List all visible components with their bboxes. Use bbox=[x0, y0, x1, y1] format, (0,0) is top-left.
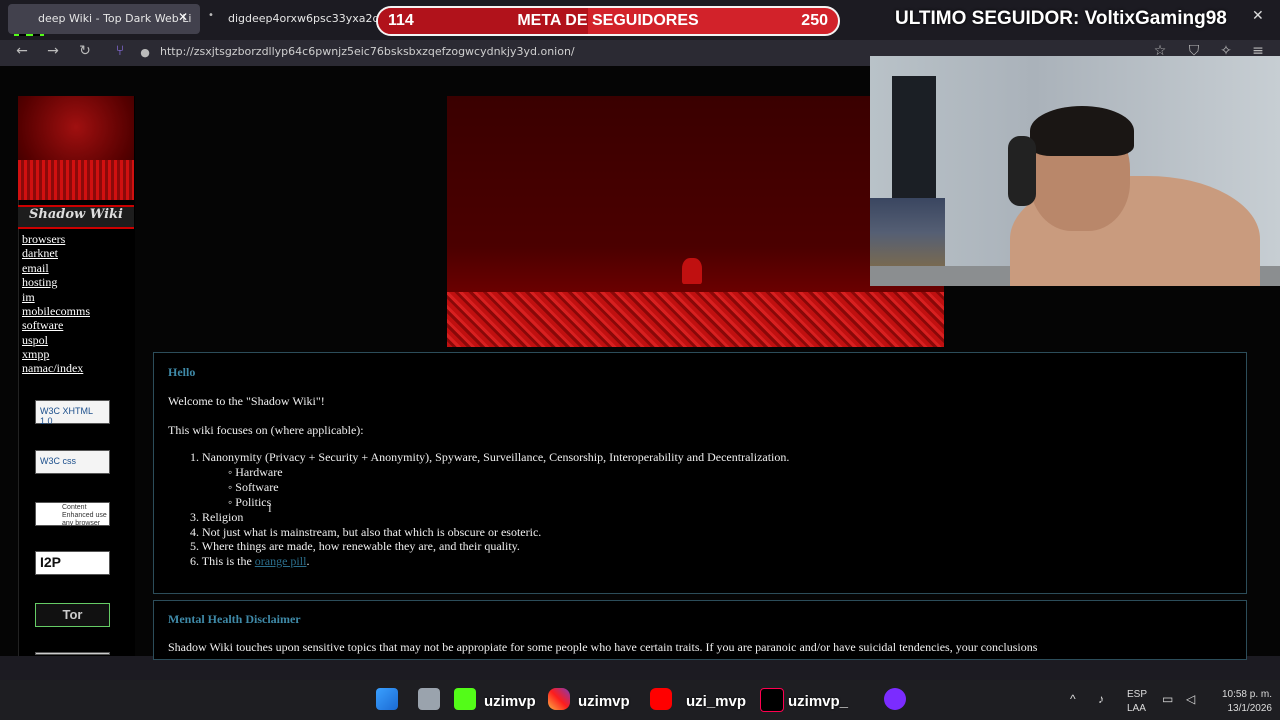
lock-icon[interactable]: ● bbox=[135, 46, 155, 59]
webcam-person-hair bbox=[1030, 106, 1134, 156]
webcam-bed bbox=[870, 198, 945, 268]
file-explorer-icon[interactable] bbox=[418, 688, 440, 710]
tor-browser-taskbar-icon[interactable] bbox=[884, 688, 906, 710]
sidebar-link-xmpp[interactable]: xmpp bbox=[22, 347, 49, 362]
w3c-xhtml-badge[interactable]: W3C XHTML 1.0 bbox=[35, 400, 110, 426]
webcam-overlay bbox=[870, 56, 1280, 286]
tray-language[interactable]: ESP bbox=[1127, 689, 1147, 700]
follower-goal-title: META DE SEGUIDORES bbox=[517, 12, 699, 29]
tray-time[interactable]: 10:58 p. m. bbox=[1212, 689, 1272, 700]
list-item: 5. Where things are made, how renewable … bbox=[190, 539, 520, 553]
tab-digdeep[interactable]: digdeep4orxw6psc33yxa2dgmu bbox=[206, 4, 381, 34]
webcam-headphones bbox=[1008, 136, 1036, 206]
sublist-item: ◦ Politics bbox=[228, 495, 272, 509]
sublist-item-label: Politics bbox=[235, 495, 272, 509]
reload-icon[interactable]: ↻ bbox=[75, 43, 95, 59]
window-close-icon[interactable]: ✕ bbox=[1252, 8, 1264, 24]
list-item-text: 6. This is the bbox=[190, 554, 252, 568]
volume-icon[interactable]: ◁ bbox=[1186, 692, 1195, 706]
youtube-username: uzi_mvp bbox=[686, 693, 747, 710]
focus-text: This wiki focuses on (where applicable): bbox=[168, 423, 364, 437]
badge-text: Tor bbox=[62, 607, 83, 622]
tab-close-icon[interactable]: ✕ bbox=[178, 10, 188, 24]
list-item: 4. Not just what is mainstream, but also… bbox=[190, 525, 542, 539]
tab-label: deep Wiki - Top Dark Web Li bbox=[38, 12, 192, 25]
hello-section bbox=[153, 352, 1247, 594]
tiktok-username: uzimvp_ bbox=[788, 693, 849, 710]
network-icon[interactable]: ▭ bbox=[1162, 692, 1173, 706]
tiktok-icon[interactable] bbox=[760, 688, 784, 712]
windows-start-icon[interactable] bbox=[376, 688, 398, 710]
tab-shadow-wiki[interactable]: deep Wiki - Top Dark Web Li bbox=[8, 4, 200, 34]
extra-badge bbox=[35, 652, 110, 655]
follower-goal-target: 250 bbox=[801, 12, 828, 29]
sidebar-logo-ground bbox=[18, 160, 134, 200]
list-item: 1. Nanonymity (Privacy + Security + Anon… bbox=[190, 450, 790, 464]
orange-pill-link[interactable]: orange pill bbox=[255, 554, 307, 568]
sidebar-link-email[interactable]: email bbox=[22, 261, 49, 276]
tray-layout[interactable]: LAA bbox=[1127, 703, 1146, 714]
text-cursor-icon: I bbox=[268, 503, 272, 515]
sidebar-link-uspol[interactable]: uspol bbox=[22, 333, 48, 348]
sublist-item-label: Software bbox=[235, 480, 279, 494]
sidebar-link-browsers[interactable]: browsers bbox=[22, 232, 65, 247]
sublist-item: ◦ Hardware bbox=[228, 465, 283, 479]
sidebar-link-software[interactable]: software bbox=[22, 318, 63, 333]
sidebar-link-namac-index[interactable]: namac/index bbox=[22, 361, 83, 376]
instagram-username: uzimvp bbox=[578, 693, 630, 710]
kick-username: uzimvp bbox=[484, 693, 536, 710]
back-icon[interactable]: ← bbox=[12, 43, 32, 59]
badge-text: Content Enhanced use any browser bbox=[62, 504, 107, 527]
badge-text: W3C XHTML 1.0 bbox=[40, 406, 93, 426]
disclaimer-text: Shadow Wiki touches upon sensitive topic… bbox=[168, 640, 1038, 654]
youtube-icon[interactable] bbox=[650, 688, 672, 710]
list-item: 6. This is the orange pill. bbox=[190, 554, 310, 568]
banner-ground bbox=[447, 292, 944, 347]
sidebar-link-im[interactable]: im bbox=[22, 290, 35, 305]
follower-goal-bar: 114 META DE SEGUIDORES 250 bbox=[376, 6, 840, 36]
tor-circuit-icon[interactable]: ⑂ bbox=[110, 43, 130, 59]
hello-heading: Hello bbox=[168, 365, 196, 379]
tray-date[interactable]: 13/1/2026 bbox=[1212, 703, 1273, 714]
forward-icon[interactable]: → bbox=[43, 43, 63, 59]
sidebar-link-darknet[interactable]: darknet bbox=[22, 246, 58, 261]
w3c-css-badge[interactable]: W3C css bbox=[35, 450, 110, 474]
kick-icon[interactable] bbox=[454, 688, 476, 710]
sublist-item-label: Hardware bbox=[235, 465, 283, 479]
sidebar-title: Shadow Wiki bbox=[29, 207, 123, 222]
disclaimer-heading: Mental Health Disclaimer bbox=[168, 612, 301, 626]
instagram-icon[interactable] bbox=[548, 688, 570, 710]
badge-text: I2P bbox=[40, 554, 62, 570]
sublist-item: ◦ Software bbox=[228, 480, 279, 494]
tab-label: digdeep4orxw6psc33yxa2dgmu bbox=[228, 12, 381, 25]
content-enhanced-badge[interactable]: Content Enhanced use any browser bbox=[35, 502, 110, 527]
tor-badge[interactable]: Tor bbox=[35, 603, 110, 627]
welcome-text: Welcome to the "Shadow Wiki"! bbox=[168, 394, 325, 408]
sidebar-link-mobilecomms[interactable]: mobilecomms bbox=[22, 304, 90, 319]
sidebar-link-hosting[interactable]: hosting bbox=[22, 275, 57, 290]
i2p-badge[interactable]: I2P bbox=[35, 551, 110, 575]
banner-figure bbox=[682, 258, 702, 284]
last-follower-label: ULTIMO SEGUIDOR: VoltixGaming98 bbox=[895, 8, 1227, 29]
taskbar bbox=[0, 680, 1280, 720]
microphone-icon[interactable]: ♪ bbox=[1098, 692, 1104, 706]
badge-text: W3C css bbox=[40, 456, 76, 466]
url-bar[interactable]: http://zsxjtsgzborzdllyp64c6pwnjz5eic76b… bbox=[160, 45, 575, 58]
tray-chevron-icon[interactable]: ^ bbox=[1070, 692, 1076, 706]
list-item: 3. Religion bbox=[190, 510, 244, 524]
